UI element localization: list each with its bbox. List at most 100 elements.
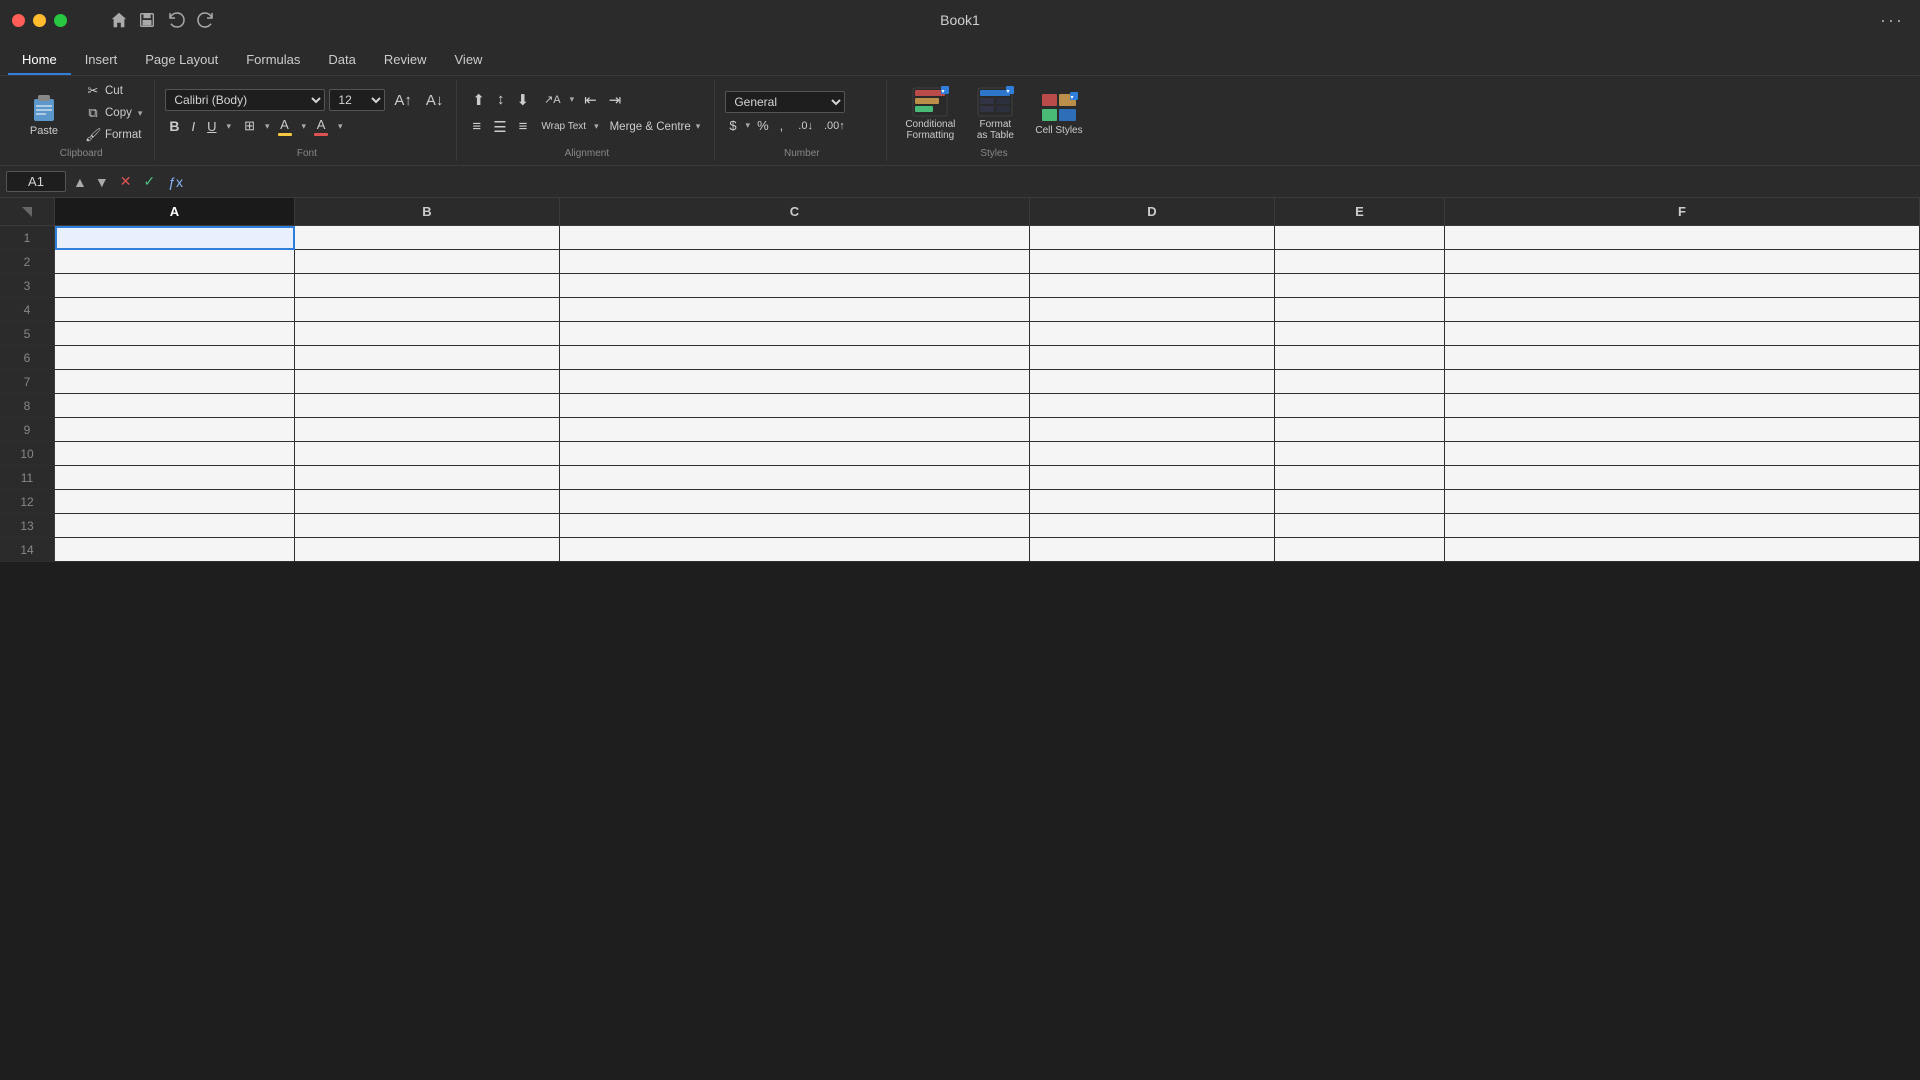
list-item[interactable]: [55, 274, 295, 298]
list-item[interactable]: [1030, 298, 1275, 322]
row-number-8[interactable]: 8: [0, 394, 55, 418]
list-item[interactable]: [1030, 514, 1275, 538]
list-item[interactable]: [1445, 226, 1920, 250]
list-item[interactable]: [1275, 250, 1445, 274]
maximize-button[interactable]: [54, 14, 67, 27]
list-item[interactable]: [55, 538, 295, 562]
list-item[interactable]: [55, 418, 295, 442]
align-center-button[interactable]: ☰: [488, 115, 511, 139]
font-family-select[interactable]: Calibri (Body): [165, 89, 325, 111]
list-item[interactable]: [295, 466, 560, 490]
list-item[interactable]: [55, 442, 295, 466]
format-button[interactable]: 🖌 Format: [81, 125, 146, 145]
underline-button[interactable]: U: [203, 117, 220, 136]
row-number-1[interactable]: 1: [0, 226, 55, 250]
column-header-c[interactable]: C: [560, 198, 1030, 225]
list-item[interactable]: [55, 514, 295, 538]
conditional-formatting-button[interactable]: ▾ ConditionalFormatting: [897, 81, 963, 145]
insert-function-button[interactable]: ƒx: [163, 173, 188, 191]
list-item[interactable]: [1030, 538, 1275, 562]
list-item[interactable]: [1275, 322, 1445, 346]
list-item[interactable]: [1275, 370, 1445, 394]
row-number-10[interactable]: 10: [0, 442, 55, 466]
list-item[interactable]: [295, 418, 560, 442]
list-item[interactable]: [1275, 490, 1445, 514]
list-item[interactable]: [560, 490, 1030, 514]
row-number-13[interactable]: 13: [0, 514, 55, 538]
row-number-2[interactable]: 2: [0, 250, 55, 274]
tab-review[interactable]: Review: [370, 46, 441, 75]
formula-confirm-button[interactable]: ✓: [139, 172, 159, 191]
list-item[interactable]: [1445, 418, 1920, 442]
tab-page-layout[interactable]: Page Layout: [131, 46, 232, 75]
increase-indent-button[interactable]: ⇥: [604, 88, 627, 112]
list-item[interactable]: [1275, 274, 1445, 298]
cell-nav-down-button[interactable]: ▼: [92, 173, 112, 191]
list-item[interactable]: [1445, 538, 1920, 562]
list-item[interactable]: [1275, 466, 1445, 490]
list-item[interactable]: [560, 394, 1030, 418]
decrease-font-size-button[interactable]: A↓: [421, 89, 449, 112]
row-number-7[interactable]: 7: [0, 370, 55, 394]
list-item[interactable]: [55, 346, 295, 370]
tab-insert[interactable]: Insert: [71, 46, 132, 75]
tab-view[interactable]: View: [441, 46, 497, 75]
list-item[interactable]: [55, 466, 295, 490]
list-item[interactable]: [1445, 322, 1920, 346]
undo-icon[interactable]: [166, 10, 186, 30]
formula-cancel-button[interactable]: ✕: [116, 172, 136, 191]
tab-formulas[interactable]: Formulas: [232, 46, 314, 75]
row-number-11[interactable]: 11: [0, 466, 55, 490]
list-item[interactable]: [560, 418, 1030, 442]
list-item[interactable]: [295, 538, 560, 562]
number-format-select[interactable]: General Number Currency Accounting Date …: [725, 91, 845, 113]
list-item[interactable]: [1030, 274, 1275, 298]
more-options-icon[interactable]: ···: [1880, 10, 1904, 31]
list-item[interactable]: [560, 322, 1030, 346]
list-item[interactable]: [1445, 346, 1920, 370]
column-header-a[interactable]: A: [55, 198, 295, 225]
increase-decimal-button[interactable]: .00↑: [820, 118, 849, 134]
list-item[interactable]: [295, 514, 560, 538]
cell-reference-box[interactable]: [6, 171, 66, 192]
list-item[interactable]: [1275, 442, 1445, 466]
list-item[interactable]: [1275, 346, 1445, 370]
format-as-table-button[interactable]: ▾ Formatas Table: [967, 81, 1023, 145]
comma-button[interactable]: ,: [776, 116, 788, 135]
cell-styles-button[interactable]: ▾ Cell Styles: [1027, 87, 1090, 140]
save-icon[interactable]: [138, 11, 156, 29]
align-left-button[interactable]: ≡: [467, 115, 486, 138]
list-item[interactable]: [1030, 346, 1275, 370]
orientation-button[interactable]: ↗A: [539, 90, 566, 109]
list-item[interactable]: [560, 226, 1030, 250]
list-item[interactable]: [560, 466, 1030, 490]
row-number-5[interactable]: 5: [0, 322, 55, 346]
select-all-button[interactable]: [0, 198, 55, 225]
list-item[interactable]: [295, 298, 560, 322]
list-item[interactable]: [1445, 442, 1920, 466]
decrease-indent-button[interactable]: ⇤: [579, 88, 602, 112]
list-item[interactable]: [55, 394, 295, 418]
minimize-button[interactable]: [33, 14, 46, 27]
cut-button[interactable]: ✂ Cut: [81, 81, 146, 101]
align-top-button[interactable]: ⬆: [467, 88, 490, 112]
home-icon[interactable]: [110, 11, 128, 29]
percent-button[interactable]: %: [753, 116, 773, 135]
font-color-button[interactable]: A: [310, 115, 332, 138]
list-item[interactable]: [55, 250, 295, 274]
list-item[interactable]: [55, 490, 295, 514]
tab-home[interactable]: Home: [8, 46, 71, 75]
list-item[interactable]: [295, 346, 560, 370]
merge-centre-button[interactable]: Merge & Centre ▾: [604, 118, 707, 136]
list-item[interactable]: [560, 442, 1030, 466]
list-item[interactable]: [55, 370, 295, 394]
list-item[interactable]: [1445, 250, 1920, 274]
increase-font-size-button[interactable]: A↑: [389, 89, 417, 112]
list-item[interactable]: [295, 370, 560, 394]
list-item[interactable]: [1030, 394, 1275, 418]
list-item[interactable]: [55, 298, 295, 322]
list-item[interactable]: [1275, 514, 1445, 538]
list-item[interactable]: [1275, 418, 1445, 442]
list-item[interactable]: [1275, 394, 1445, 418]
list-item[interactable]: [295, 274, 560, 298]
